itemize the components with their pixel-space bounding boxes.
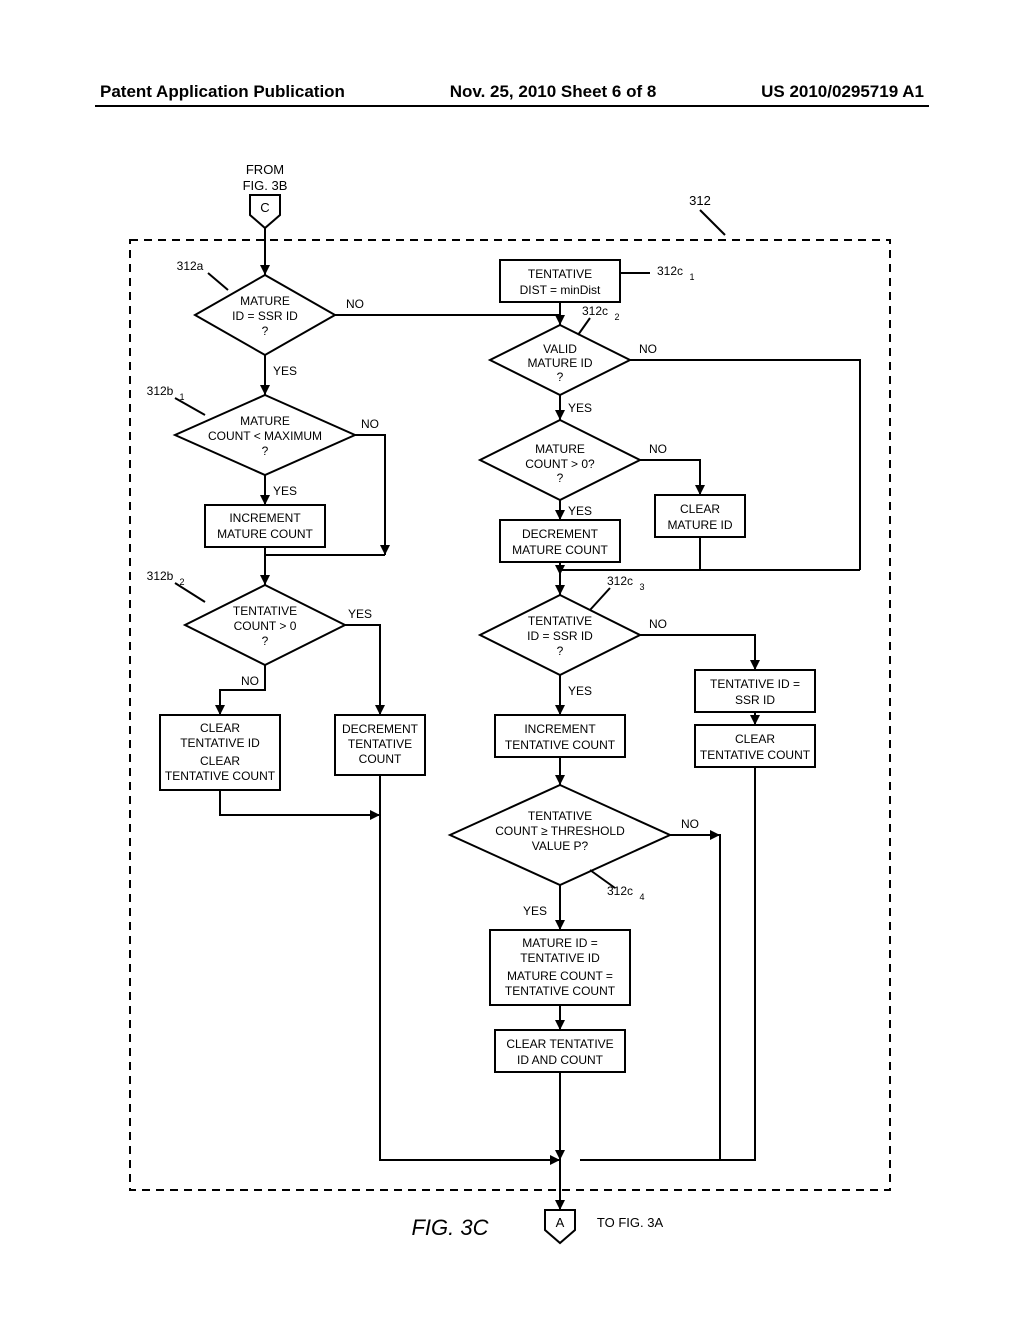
svg-text:2: 2 [614, 312, 619, 322]
svg-text:TENTATIVE ID: TENTATIVE ID [180, 736, 260, 750]
svg-text:TENTATIVE: TENTATIVE [528, 267, 592, 281]
svg-text:TENTATIVE: TENTATIVE [528, 809, 592, 823]
from-label: FROM [246, 162, 284, 177]
svg-text:VALUE P?: VALUE P? [532, 839, 589, 853]
header-right: US 2010/0295719 A1 [761, 82, 924, 102]
svg-text:MATURE: MATURE [240, 294, 290, 308]
svg-text:CLEAR TENTATIVE: CLEAR TENTATIVE [506, 1037, 613, 1051]
svg-text:ID = SSR ID: ID = SSR ID [232, 309, 298, 323]
svg-text:CLEAR: CLEAR [200, 721, 240, 735]
svg-text:?: ? [557, 644, 564, 658]
svg-text:TENTATIVE ID: TENTATIVE ID [520, 951, 600, 965]
svg-text:3: 3 [639, 582, 644, 592]
svg-text:?: ? [557, 471, 564, 485]
svg-text:COUNT < MAXIMUM: COUNT < MAXIMUM [208, 429, 322, 443]
svg-text:COUNT > 0: COUNT > 0 [234, 619, 297, 633]
svg-text:DECREMENT: DECREMENT [342, 722, 419, 736]
svg-text:4: 4 [639, 892, 644, 902]
svg-text:DIST = minDist: DIST = minDist [520, 283, 601, 297]
svg-text:MATURE COUNT =: MATURE COUNT = [507, 969, 613, 983]
svg-text:NO: NO [361, 417, 379, 431]
svg-text:NO: NO [681, 817, 699, 831]
svg-text:TENTATIVE: TENTATIVE [348, 737, 412, 751]
connector-c-label: C [260, 200, 269, 215]
svg-text:INCREMENT: INCREMENT [229, 511, 301, 525]
svg-text:COUNT > 0?: COUNT > 0? [525, 457, 595, 471]
svg-text:DECREMENT: DECREMENT [522, 527, 599, 541]
svg-text:COUNT ≥ THRESHOLD: COUNT ≥ THRESHOLD [495, 824, 625, 838]
svg-text:TENTATIVE: TENTATIVE [528, 614, 592, 628]
svg-text:312b: 312b [147, 384, 174, 398]
svg-text:YES: YES [273, 484, 297, 498]
svg-text:TENTATIVE ID =: TENTATIVE ID = [710, 677, 800, 691]
svg-text:NO: NO [649, 617, 667, 631]
header-center: Nov. 25, 2010 Sheet 6 of 8 [450, 82, 657, 102]
svg-text:CLEAR: CLEAR [200, 754, 240, 768]
svg-text:312c: 312c [657, 264, 683, 278]
svg-text:MATURE ID: MATURE ID [527, 356, 592, 370]
svg-text:TENTATIVE: TENTATIVE [233, 604, 297, 618]
svg-text:YES: YES [568, 401, 592, 415]
svg-text:MATURE COUNT: MATURE COUNT [217, 527, 313, 541]
svg-text:TENTATIVE COUNT: TENTATIVE COUNT [505, 984, 616, 998]
svg-text:YES: YES [568, 504, 592, 518]
svg-text:MATURE: MATURE [240, 414, 290, 428]
svg-text:?: ? [557, 370, 564, 384]
svg-text:VALID: VALID [543, 342, 577, 356]
flowchart: FROM FIG. 3B C 312 MATURE ID = SSR ID ? … [120, 160, 900, 1260]
svg-text:MATURE: MATURE [535, 442, 585, 456]
from-label-2: FIG. 3B [243, 178, 288, 193]
svg-text:YES: YES [523, 904, 547, 918]
svg-text:TENTATIVE COUNT: TENTATIVE COUNT [165, 769, 276, 783]
svg-text:MATURE ID: MATURE ID [667, 518, 732, 532]
header-left: Patent Application Publication [100, 82, 345, 102]
svg-text:COUNT: COUNT [359, 752, 402, 766]
svg-text:YES: YES [273, 364, 297, 378]
svg-text:?: ? [262, 324, 269, 338]
svg-text:SSR ID: SSR ID [735, 693, 775, 707]
svg-text:NO: NO [649, 442, 667, 456]
svg-text:ID = SSR ID: ID = SSR ID [527, 629, 593, 643]
svg-text:1: 1 [689, 272, 694, 282]
svg-text:NO: NO [241, 674, 259, 688]
ref-312a: 312a [177, 259, 204, 273]
svg-text:TENTATIVE COUNT: TENTATIVE COUNT [700, 748, 811, 762]
svg-text:MATURE COUNT: MATURE COUNT [512, 543, 608, 557]
svg-text:?: ? [262, 444, 269, 458]
connector-a-label: A [556, 1215, 565, 1230]
svg-text:YES: YES [348, 607, 372, 621]
svg-text:YES: YES [568, 684, 592, 698]
svg-text:MATURE ID =: MATURE ID = [522, 936, 597, 950]
svg-text:NO: NO [639, 342, 657, 356]
svg-text:?: ? [262, 634, 269, 648]
svg-text:ID AND COUNT: ID AND COUNT [517, 1053, 604, 1067]
svg-text:NO: NO [346, 297, 364, 311]
svg-text:312c: 312c [582, 304, 608, 318]
svg-text:INCREMENT: INCREMENT [524, 722, 596, 736]
svg-text:312b: 312b [147, 569, 174, 583]
svg-text:CLEAR: CLEAR [735, 732, 775, 746]
ref-312: 312 [689, 193, 711, 208]
svg-text:CLEAR: CLEAR [680, 502, 720, 516]
page-header: Patent Application Publication Nov. 25, … [0, 82, 1024, 102]
figure-label: FIG. 3C [411, 1215, 488, 1240]
header-rule [95, 105, 929, 107]
svg-text:312c: 312c [607, 574, 633, 588]
to-label: TO FIG. 3A [597, 1215, 664, 1230]
svg-text:TENTATIVE COUNT: TENTATIVE COUNT [505, 738, 616, 752]
